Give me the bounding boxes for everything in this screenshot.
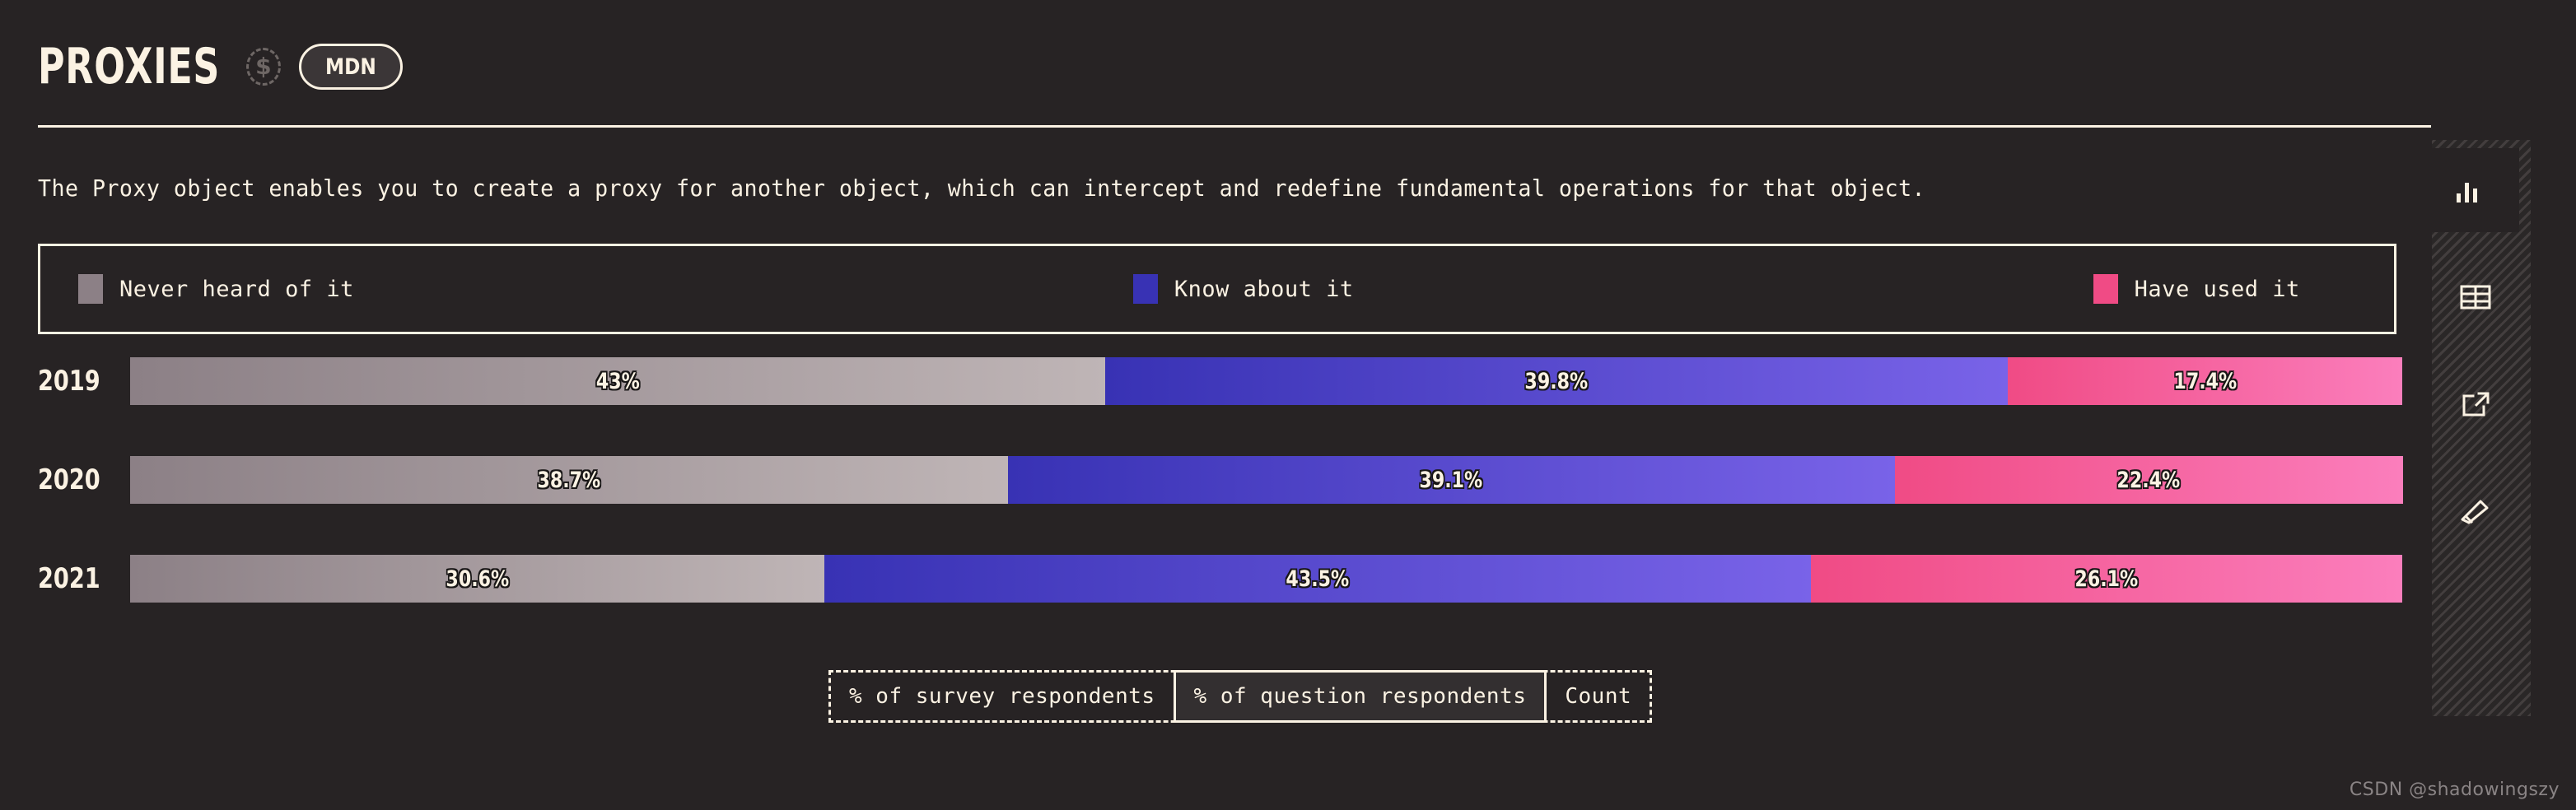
toggle-question-respondents[interactable]: % of question respondents	[1173, 670, 1547, 723]
toggle-count[interactable]: Count	[1547, 673, 1650, 720]
sidebar-button-open-external[interactable]	[2420, 362, 2531, 446]
bar-segment-value: 39.8%	[1524, 368, 1589, 394]
sidebar-button-table-view[interactable]	[2420, 255, 2531, 339]
bar-segment-never-heard-of-it[interactable]: 43%	[130, 357, 1106, 405]
legend-swatch-never-heard-of-it	[78, 274, 103, 304]
bar-segment-never-heard-of-it[interactable]: 30.6%	[130, 555, 824, 603]
sidebar-button-edit[interactable]	[2420, 469, 2531, 553]
stacked-bar: 30.6% 43.5% 26.1%	[130, 555, 2403, 603]
header-divider	[38, 125, 2431, 128]
watermark: CSDN @shadowingszy	[2349, 780, 2560, 800]
bar-segment-know-about-it[interactable]: 39.1%	[1007, 456, 1895, 504]
bar-segment-have-used-it[interactable]: 17.4%	[2008, 357, 2403, 405]
chart-row: 2019 43% 39.8% 17.4%	[0, 357, 2403, 405]
mdn-link-button[interactable]: MDN	[298, 44, 403, 90]
bar-segment-know-about-it[interactable]: 43.5%	[824, 555, 1811, 603]
chart-row: 2020 38.7% 39.1% 22.4%	[0, 456, 2403, 504]
bar-segment-have-used-it[interactable]: 22.4%	[1894, 456, 2403, 504]
page-header: PROXIES MDN	[38, 21, 403, 112]
pencil-icon	[2458, 496, 2493, 527]
legend-item-have-used-it[interactable]: Have used it	[2093, 246, 2300, 332]
page-description: The Proxy object enables you to create a…	[38, 175, 1926, 202]
table-icon	[2459, 282, 2492, 312]
chart-row: 2021 30.6% 43.5% 26.1%	[0, 555, 2403, 603]
bar-segment-have-used-it[interactable]: 26.1%	[1810, 555, 2403, 603]
bar-segment-value: 30.6%	[445, 566, 509, 592]
metric-toggle-group: % of survey respondents % of question re…	[828, 670, 1653, 723]
external-link-icon	[2459, 389, 2492, 420]
bar-segment-never-heard-of-it[interactable]: 38.7%	[130, 456, 1008, 504]
page-title: PROXIES	[38, 38, 221, 95]
bar-segment-value: 17.4%	[2173, 368, 2238, 394]
stacked-bar: 43% 39.8% 17.4%	[130, 357, 2403, 405]
row-year-label: 2020	[38, 463, 100, 496]
legend-item-never-heard-of-it[interactable]: Never heard of it	[78, 246, 354, 332]
chart-legend: Never heard of it Know about it Have use…	[38, 244, 2396, 334]
bar-segment-value: 22.4%	[2116, 467, 2181, 493]
legend-swatch-have-used-it	[2093, 274, 2118, 304]
bar-chart-icon	[2453, 175, 2486, 205]
stacked-bar-chart: 2019 43% 39.8% 17.4% 2020 38.7% 39.1% 22…	[0, 357, 2403, 654]
dollar-circle-dashed-icon	[245, 48, 281, 86]
bar-segment-value: 43.5%	[1286, 566, 1350, 592]
stacked-bar: 38.7% 39.1% 22.4%	[130, 456, 2403, 504]
chart-tools-sidebar	[2420, 140, 2531, 716]
row-year-label: 2021	[38, 562, 100, 595]
legend-item-know-about-it[interactable]: Know about it	[1132, 246, 1354, 332]
sidebar-button-chart-view[interactable]	[2420, 148, 2519, 232]
legend-label-have-used-it: Have used it	[2134, 276, 2300, 302]
bar-segment-value: 38.7%	[537, 467, 601, 493]
bar-segment-know-about-it[interactable]: 39.8%	[1105, 357, 2009, 405]
legend-swatch-know-about-it	[1132, 274, 1158, 304]
mdn-button-label: MDN	[324, 54, 376, 80]
row-year-label: 2019	[38, 365, 100, 398]
bar-segment-value: 43%	[595, 368, 640, 394]
legend-label-know-about-it: Know about it	[1174, 276, 1354, 302]
bar-segment-value: 39.1%	[1419, 467, 1483, 493]
legend-label-never-heard-of-it: Never heard of it	[119, 276, 354, 302]
bar-segment-value: 26.1%	[2074, 566, 2139, 592]
toggle-survey-respondents[interactable]: % of survey respondents	[831, 673, 1174, 720]
